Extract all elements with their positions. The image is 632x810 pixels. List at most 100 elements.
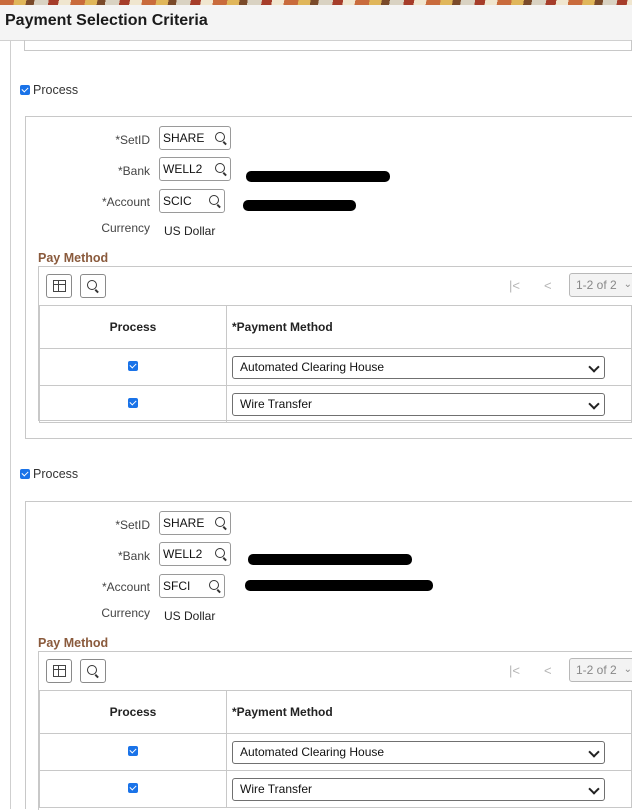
page-title: Payment Selection Criteria — [5, 12, 208, 29]
row-process-cell — [39, 348, 227, 386]
chevron-down-icon — [588, 745, 600, 758]
payment-method-value: Wire Transfer — [240, 781, 313, 796]
redacted-account-name — [243, 200, 356, 211]
setid-value: SHARE — [163, 516, 205, 530]
process-checkbox-1[interactable]: Process — [20, 83, 78, 97]
account-label: *Account — [101, 580, 150, 594]
bank-label: *Bank — [117, 164, 150, 178]
column-header-payment-method: *Payment Method — [226, 305, 632, 349]
pager-select[interactable]: 1-2 of 2 ⌄ — [569, 273, 632, 297]
currency-value: US Dollar — [164, 224, 216, 238]
pay-method-table: Process *Payment Method Automated Cleari… — [39, 690, 632, 808]
lookup-search-icon[interactable] — [215, 132, 225, 142]
lookup-search-icon[interactable] — [215, 163, 225, 173]
setid-field[interactable]: SHARE — [159, 511, 231, 535]
row-method-cell: Wire Transfer — [226, 385, 632, 423]
lookup-search-icon[interactable] — [215, 517, 225, 527]
previous-page-icon[interactable]: < — [544, 278, 552, 293]
redacted-bank-name — [248, 554, 412, 565]
row-process-cell — [39, 770, 227, 808]
currency-value: US Dollar — [164, 609, 216, 623]
previous-section-box — [24, 40, 632, 51]
redacted-account-name — [245, 580, 433, 591]
pay-method-grid: |< < 1-2 of 2 ⌄ Process *Payment Method … — [38, 266, 632, 423]
table-row: Wire Transfer — [39, 385, 632, 423]
table-row: Automated Clearing House — [39, 348, 632, 386]
lookup-search-icon[interactable] — [209, 580, 219, 590]
personalize-grid-button[interactable] — [46, 274, 72, 298]
row-process-cell — [39, 733, 227, 771]
pay-method-title: Pay Method — [38, 251, 109, 265]
table-header-row: Process *Payment Method — [39, 690, 632, 734]
pager-select[interactable]: 1-2 of 2 ⌄ — [569, 658, 632, 682]
first-page-icon[interactable]: |< — [509, 278, 520, 293]
row-process-cell — [39, 385, 227, 423]
currency-label: Currency — [101, 221, 150, 235]
pay-method-title: Pay Method — [38, 636, 109, 650]
previous-page-icon[interactable]: < — [544, 663, 552, 678]
personalize-grid-button[interactable] — [46, 659, 72, 683]
left-border — [10, 40, 11, 809]
chevron-down-icon — [588, 360, 600, 373]
row-process-checkbox[interactable] — [128, 361, 138, 371]
payment-method-select[interactable]: Wire Transfer — [232, 392, 605, 416]
checkbox-checked-icon[interactable] — [20, 469, 30, 479]
payment-method-select[interactable]: Wire Transfer — [232, 777, 605, 801]
payment-method-value: Automated Clearing House — [240, 744, 385, 759]
search-icon — [87, 665, 97, 675]
bank-value: WELL2 — [163, 162, 203, 176]
first-page-icon[interactable]: |< — [509, 663, 520, 678]
lookup-search-icon[interactable] — [215, 548, 225, 558]
row-method-cell: Wire Transfer — [226, 770, 632, 808]
column-header-payment-method: *Payment Method — [226, 690, 632, 734]
bank-field[interactable]: WELL2 — [159, 157, 231, 181]
bank-value: WELL2 — [163, 547, 203, 561]
currency-label: Currency — [101, 606, 150, 620]
grid-icon — [53, 665, 66, 677]
chevron-down-icon — [588, 397, 600, 410]
account-value: SFCI — [163, 579, 191, 593]
row-process-checkbox[interactable] — [128, 783, 138, 793]
page-header: Payment Selection Criteria — [0, 0, 632, 41]
process-label: Process — [33, 467, 79, 481]
pay-method-grid: |< < 1-2 of 2 ⌄ Process *Payment Method … — [38, 651, 632, 810]
account-field[interactable]: SFCI — [159, 574, 225, 598]
grid-icon — [53, 280, 66, 292]
row-process-checkbox[interactable] — [128, 746, 138, 756]
pager-text: 1-2 of 2 — [576, 278, 617, 292]
row-process-checkbox[interactable] — [128, 398, 138, 408]
setid-field[interactable]: SHARE — [159, 126, 231, 150]
pager-text: 1-2 of 2 — [576, 663, 617, 677]
bank-field[interactable]: WELL2 — [159, 542, 231, 566]
payment-method-value: Automated Clearing House — [240, 359, 385, 374]
column-header-process: Process — [39, 305, 227, 349]
checkbox-checked-icon[interactable] — [20, 85, 30, 95]
find-button[interactable] — [80, 274, 106, 298]
account-field[interactable]: SCIC — [159, 189, 225, 213]
bank-account-card-1: *SetID SHARE *Bank WELL2 *Account SCIC C… — [25, 116, 632, 439]
chevron-down-icon — [588, 782, 600, 795]
lookup-search-icon[interactable] — [209, 195, 219, 205]
search-icon — [87, 280, 97, 290]
setid-label: *SetID — [115, 133, 150, 147]
pay-method-table: Process *Payment Method Automated Cleari… — [39, 305, 632, 423]
table-row: Wire Transfer — [39, 770, 632, 808]
payment-method-select[interactable]: Automated Clearing House — [232, 740, 605, 764]
redacted-bank-name — [246, 171, 390, 182]
table-row: Automated Clearing House — [39, 733, 632, 771]
row-method-cell: Automated Clearing House — [226, 348, 632, 386]
bank-account-card-2: *SetID SHARE *Bank WELL2 *Account SFCI C… — [25, 501, 632, 810]
row-method-cell: Automated Clearing House — [226, 733, 632, 771]
chevron-down-icon: ⌄ — [623, 279, 632, 290]
find-button[interactable] — [80, 659, 106, 683]
column-header-process: Process — [39, 690, 227, 734]
account-value: SCIC — [163, 194, 192, 208]
setid-value: SHARE — [163, 131, 205, 145]
process-checkbox-2[interactable]: Process — [20, 467, 78, 481]
chevron-down-icon: ⌄ — [623, 664, 632, 675]
payment-method-select[interactable]: Automated Clearing House — [232, 355, 605, 379]
process-label: Process — [33, 83, 79, 97]
setid-label: *SetID — [115, 518, 150, 532]
bank-label: *Bank — [117, 549, 150, 563]
table-header-row: Process *Payment Method — [39, 305, 632, 349]
